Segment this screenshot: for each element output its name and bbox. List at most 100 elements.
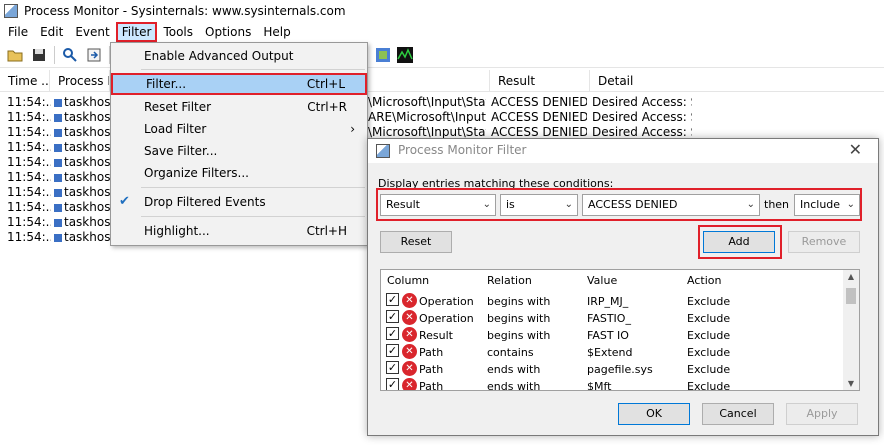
menu-save-filter[interactable]: Save Filter... (111, 140, 367, 162)
menu-reset-filter[interactable]: Reset Filter Ctrl+R (111, 96, 367, 118)
row-action: Exclude (687, 312, 731, 325)
list-header-value[interactable]: Value (581, 270, 681, 292)
filter-list-row[interactable]: ✓ ✕ Result begins with FAST IO Exclude (381, 327, 843, 344)
dialog-title: Process Monitor Filter (398, 143, 527, 157)
row-process-name: taskhostw (64, 215, 110, 229)
apply-button[interactable]: Apply (786, 403, 858, 425)
filter-list-row[interactable]: ✓ ✕ Path ends with $Mft Exclude (381, 378, 843, 391)
list-header-action[interactable]: Action (681, 270, 781, 292)
menu-options[interactable]: Options (199, 22, 257, 42)
row-time: 11:54:... (7, 155, 51, 169)
menu-help[interactable]: Help (257, 22, 296, 42)
menu-highlight[interactable]: Highlight... Ctrl+H (111, 220, 367, 242)
enabled-checkbox[interactable]: ✓ (386, 378, 399, 390)
row-process: taskhostw (54, 185, 110, 200)
registry-icon[interactable] (374, 46, 392, 64)
row-process-name: taskhostw (64, 155, 110, 169)
menu-event[interactable]: Event (69, 22, 115, 42)
then-label: then (764, 198, 790, 211)
row-process-name: taskhostw (64, 125, 110, 139)
find-icon[interactable] (61, 46, 79, 64)
exclude-icon: ✕ (402, 327, 417, 342)
menu-filter-dialog[interactable]: Filter... Ctrl+L (111, 73, 367, 95)
column-select[interactable]: Result ⌄ (380, 194, 496, 216)
network-icon[interactable] (396, 46, 414, 64)
dialog-title-bar: Process Monitor Filter ✕ (368, 139, 878, 163)
row-relation: ends with (487, 380, 541, 391)
remove-button[interactable]: Remove (788, 231, 860, 253)
filter-list-row[interactable]: ✓ ✕ Path ends with pagefile.sys Exclude (381, 361, 843, 378)
menu-organize-filters[interactable]: Organize Filters... (111, 162, 367, 184)
list-header-relation[interactable]: Relation (481, 270, 581, 292)
exclude-icon: ✕ (402, 310, 417, 325)
scroll-thumb[interactable] (846, 288, 856, 304)
menu-item-label: Organize Filters... (144, 166, 249, 180)
menu-item-shortcut: Ctrl+L (306, 77, 345, 91)
relation-select[interactable]: is ⌄ (500, 194, 578, 216)
open-icon[interactable] (6, 46, 24, 64)
process-icon (54, 203, 62, 212)
menu-item-label: Highlight... (144, 224, 210, 238)
submenu-arrow-icon: › (350, 122, 355, 136)
list-scrollbar[interactable]: ▲ ▼ (843, 270, 859, 390)
row-time: 11:54:... (7, 125, 51, 139)
filter-list-row[interactable]: ✓ ✕ Path contains $Extend Exclude (381, 344, 843, 361)
col-detail-header[interactable]: Detail (590, 70, 884, 92)
col-result-header[interactable]: Result (490, 70, 590, 92)
scroll-up-icon[interactable]: ▲ (843, 272, 859, 281)
row-process: taskhostw (54, 110, 110, 125)
enabled-checkbox[interactable]: ✓ (386, 293, 399, 306)
filter-list-row[interactable]: ✓ ✕ Operation begins with IRP_MJ_ Exclude (381, 293, 843, 310)
jump-icon[interactable] (85, 46, 103, 64)
menu-drop-filtered-events[interactable]: ✔ Drop Filtered Events (111, 191, 367, 213)
row-process: taskhostw (54, 95, 110, 110)
ok-button[interactable]: OK (618, 403, 690, 425)
row-process-name: taskhostw (64, 110, 110, 124)
row-process-name: taskhostw (64, 170, 110, 184)
enabled-checkbox[interactable]: ✓ (386, 344, 399, 357)
row-result: ACCESS DENIED (491, 95, 587, 109)
menu-item-label: Filter... (146, 77, 187, 91)
col-process-header[interactable]: Process Na (50, 70, 110, 92)
menu-item-label: Save Filter... (144, 144, 218, 158)
col-time-header[interactable]: Time ... (0, 70, 50, 92)
list-header-column[interactable]: Column (381, 270, 481, 292)
menu-file[interactable]: File (2, 22, 34, 42)
menu-item-label: Drop Filtered Events (144, 195, 266, 209)
row-detail: Desired Access: S... (592, 95, 692, 109)
menu-tools[interactable]: Tools (157, 22, 199, 42)
enabled-checkbox[interactable]: ✓ (386, 327, 399, 340)
filter-menu: Enable Advanced Output Filter... Ctrl+L … (110, 42, 368, 246)
exclude-icon: ✕ (402, 378, 417, 390)
row-process: taskhostw (54, 140, 110, 155)
reset-button[interactable]: Reset (380, 231, 452, 253)
row-process: taskhostw (54, 200, 110, 215)
process-icon (54, 173, 62, 182)
save-icon[interactable] (30, 46, 48, 64)
add-button[interactable]: Add (703, 231, 775, 253)
scroll-down-icon[interactable]: ▼ (843, 379, 859, 388)
menu-edit[interactable]: Edit (34, 22, 69, 42)
exclude-icon: ✕ (402, 361, 417, 376)
action-select[interactable]: Include ⌄ (794, 194, 860, 216)
process-icon (54, 98, 62, 107)
chevron-down-icon: ⌄ (746, 199, 755, 210)
process-icon (54, 113, 62, 122)
row-action: Exclude (687, 380, 731, 391)
menu-enable-advanced-output[interactable]: Enable Advanced Output (111, 45, 367, 67)
value-combo[interactable]: ACCESS DENIED ⌄ (582, 194, 760, 216)
enabled-checkbox[interactable]: ✓ (386, 310, 399, 323)
menu-item-label: Enable Advanced Output (144, 49, 294, 63)
menu-filter[interactable]: Filter (115, 22, 158, 42)
exclude-icon: ✕ (402, 344, 417, 359)
row-result: ACCESS DENIED (491, 110, 587, 124)
close-icon[interactable]: ✕ (849, 140, 862, 159)
filter-list-row[interactable]: ✓ ✕ Operation begins with FASTIO_ Exclude (381, 310, 843, 327)
row-value: FAST IO (587, 329, 629, 342)
enabled-checkbox[interactable]: ✓ (386, 361, 399, 374)
row-process: taskhostw (54, 170, 110, 185)
cancel-button[interactable]: Cancel (702, 403, 774, 425)
chevron-down-icon: ⌄ (846, 199, 855, 210)
window-title: Process Monitor - Sysinternals: www.sysi… (24, 4, 346, 18)
menu-load-filter[interactable]: Load Filter › (111, 118, 367, 140)
